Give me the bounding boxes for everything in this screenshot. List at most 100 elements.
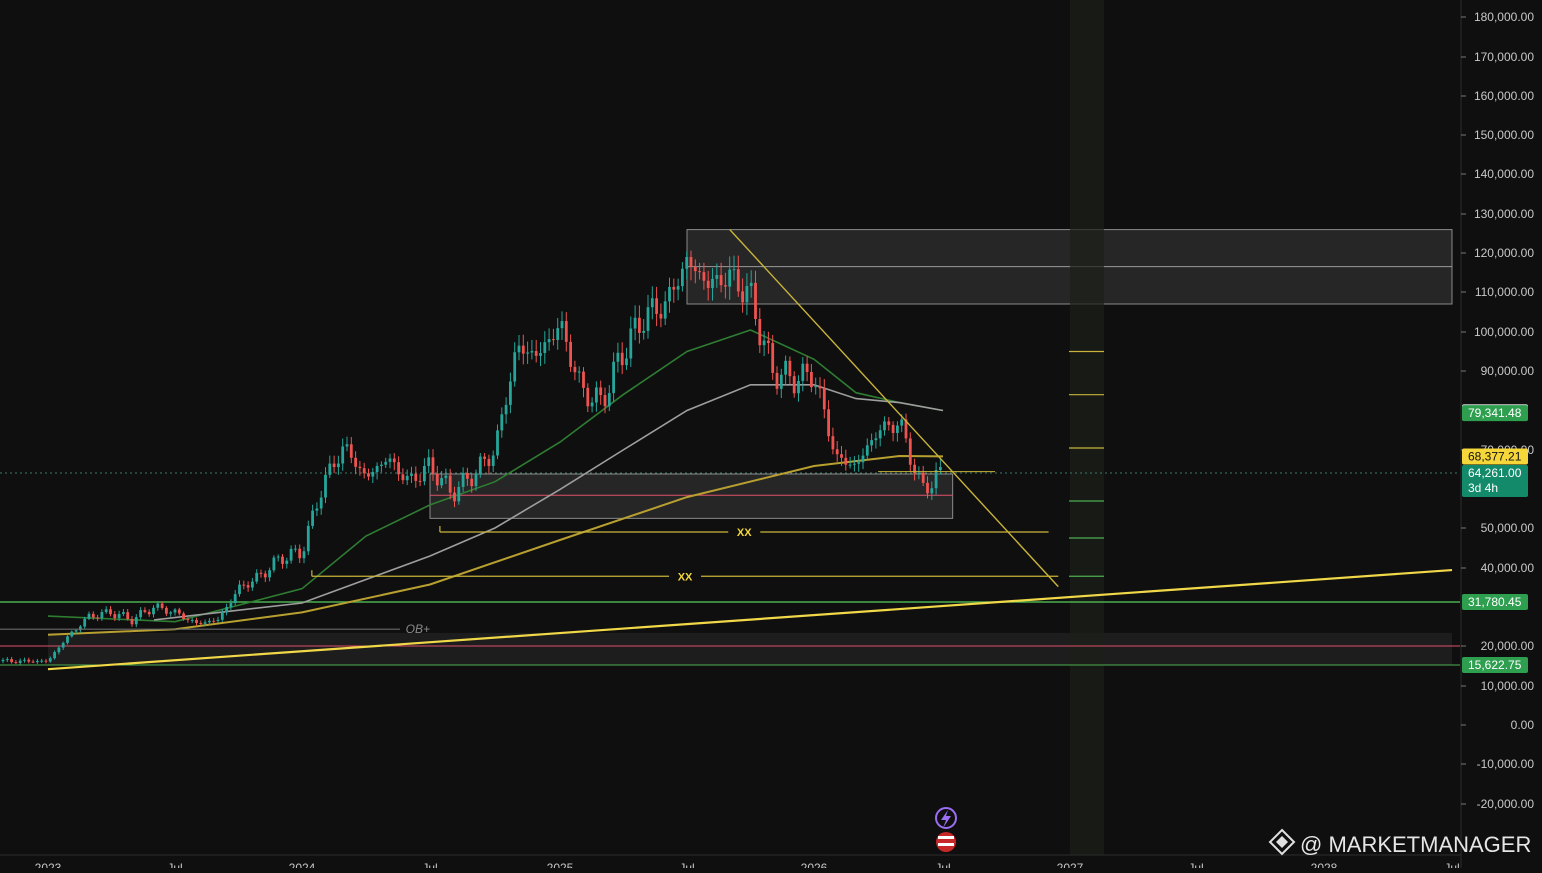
candle-body <box>878 430 882 439</box>
candle-body <box>440 478 443 486</box>
watermark-text: @ MARKETMANAGER <box>1300 832 1531 857</box>
candle-body <box>595 387 598 403</box>
projection-band <box>1070 0 1104 855</box>
candle-body <box>848 464 852 466</box>
time-axis-tick-label: Jul <box>1188 861 1203 868</box>
candle-body <box>607 393 611 407</box>
xx-level-label: XX <box>737 527 752 539</box>
candle-body <box>896 425 899 433</box>
candle-body <box>380 464 383 466</box>
candle-body <box>732 269 736 271</box>
candle-body <box>177 609 181 614</box>
candle-body <box>246 585 250 588</box>
candle-body <box>801 363 805 381</box>
candle-body <box>113 614 117 619</box>
candle-body <box>345 444 349 447</box>
us-flag-icon[interactable] <box>936 832 956 852</box>
candle-body <box>238 584 241 595</box>
candle-body <box>891 424 895 433</box>
candle-body <box>560 321 564 329</box>
candle-body <box>27 659 31 662</box>
price-label-text: 64,261.00 <box>1468 466 1522 480</box>
candle-body <box>818 386 822 389</box>
lightning-badge-icon[interactable] <box>935 807 957 829</box>
candle-body <box>543 342 547 354</box>
price-axis-tick-label: 0.00 <box>1511 718 1535 732</box>
candle-body <box>208 620 211 623</box>
candle-body <box>315 508 319 511</box>
candle-body <box>767 340 770 344</box>
candle-body <box>1 659 5 662</box>
price-chart[interactable]: XX XX OB+ 180,000.00 170,000.00 160,000.00 15… <box>0 0 1542 873</box>
candle-body <box>242 584 246 586</box>
candle-body <box>797 380 800 394</box>
candle-body <box>31 661 35 663</box>
price-axis-tick-label: -10,000.00 <box>1477 757 1535 771</box>
candle-body <box>672 286 676 290</box>
price-axis-tick-label: 50,000.00 <box>1481 521 1535 535</box>
candle-body <box>173 609 177 613</box>
candle-body <box>805 363 809 373</box>
candle-body <box>358 466 362 469</box>
candle-body <box>883 421 886 431</box>
candle-body <box>874 438 878 441</box>
candle-body <box>397 462 400 475</box>
price-label-text: 68,377.21 <box>1468 450 1522 464</box>
candle-body <box>775 372 779 389</box>
chart-canvas[interactable]: XX XX OB+ 180,000.00 170,000.00 160,000.00 15… <box>0 0 1542 873</box>
candle-body <box>706 280 710 288</box>
candle-body <box>259 572 263 574</box>
candle-body <box>616 352 620 362</box>
candle-body <box>840 454 843 458</box>
candle-body <box>668 286 671 302</box>
candle-body <box>431 457 435 474</box>
candle-body <box>638 317 641 333</box>
price-label-countdown: 3d 4h <box>1468 481 1498 495</box>
candle-body <box>435 473 439 486</box>
price-axis-tick-label: 40,000.00 <box>1481 561 1535 575</box>
candle-body <box>612 361 615 394</box>
price-axis-tick-label: 160,000.00 <box>1474 89 1534 103</box>
time-axis[interactable]: 2023 Jul 2024 Jul 2025 Jul 2026 Jul 2027 Jul 2028 J… <box>0 854 1461 873</box>
candle-body <box>483 456 486 459</box>
price-axis[interactable]: 180,000.00 170,000.00 160,000.00 150,000.00… <box>1460 0 1535 868</box>
candle-body <box>5 659 9 661</box>
candle-body <box>921 472 925 483</box>
candle-body <box>233 594 237 604</box>
candle-body <box>676 286 680 290</box>
candle-body <box>741 291 744 303</box>
candle-body <box>36 660 39 663</box>
candle-body <box>736 269 740 292</box>
price-axis-tick-label: 130,000.00 <box>1474 207 1534 221</box>
candle-body <box>48 658 52 662</box>
candle-body <box>212 620 216 622</box>
candle-body <box>18 660 22 663</box>
candle-body <box>405 475 409 481</box>
price-axis-tick-label: 10,000.00 <box>1481 679 1535 693</box>
candle-body <box>190 619 194 621</box>
candle-body <box>474 473 478 487</box>
candle-body <box>14 662 18 664</box>
candle-body <box>655 298 658 314</box>
candle-body <box>822 388 826 410</box>
candle-body <box>865 445 869 456</box>
candle-body <box>693 266 697 272</box>
candle-body <box>487 458 491 466</box>
time-axis-tick-label: 2027 <box>1057 861 1084 868</box>
candle-body <box>268 570 271 578</box>
candle-body <box>74 630 78 632</box>
candle-body <box>251 581 254 588</box>
candle-body <box>341 446 345 464</box>
candle-body <box>762 340 766 346</box>
candle-body <box>195 619 198 623</box>
candle-body <box>23 659 26 661</box>
candle-body <box>130 619 134 625</box>
candle-body <box>620 352 624 366</box>
candle-body <box>663 301 667 319</box>
candle-body <box>573 366 577 373</box>
candle-body <box>384 461 388 465</box>
candle-body <box>629 328 633 359</box>
candle-body <box>715 275 719 279</box>
xx-level-label: XX <box>678 571 693 583</box>
candle-body <box>526 352 529 354</box>
